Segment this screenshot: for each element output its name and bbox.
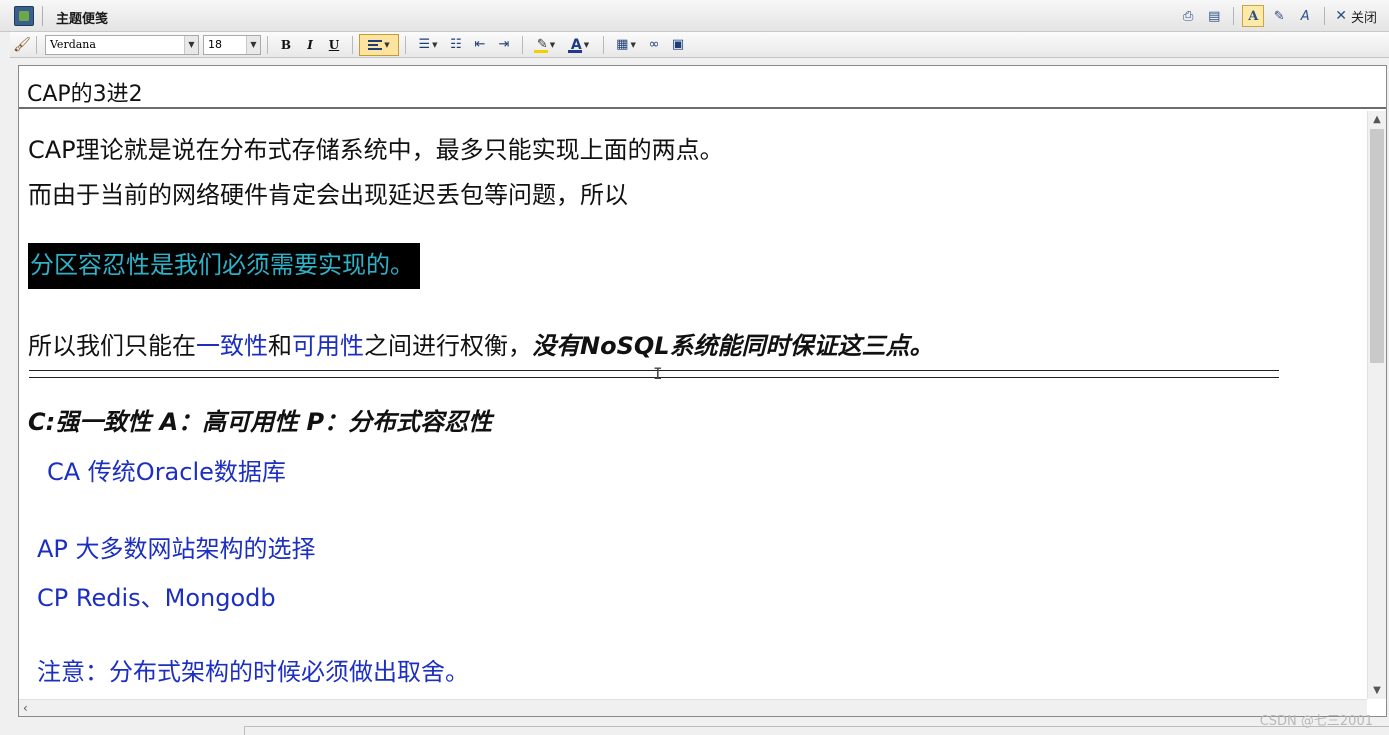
ap-line: AP 大多数网站架构的选择 bbox=[37, 535, 316, 563]
highlight-color-swatch bbox=[534, 49, 548, 53]
font-color-swatch bbox=[568, 49, 582, 53]
emphasis-text: 没有NoSQL系统能同时保证这三点。 bbox=[532, 332, 934, 360]
chevron-down-icon: ▼ bbox=[630, 40, 636, 49]
toolbar-separator bbox=[603, 35, 604, 54]
toolbar-separator bbox=[352, 35, 353, 54]
status-segment bbox=[244, 726, 1389, 735]
page-setup-icon[interactable]: ▤ bbox=[1203, 5, 1225, 27]
text-mode-icon[interactable]: A bbox=[1242, 5, 1265, 27]
bullet-list-icon: ☷ bbox=[450, 37, 462, 52]
cp-line: CP Redis、Mongodb bbox=[37, 584, 276, 612]
insert-link-button[interactable]: ∞ bbox=[642, 34, 666, 56]
bullet-list-button[interactable]: ☷ bbox=[444, 34, 468, 56]
availability-term: 可用性 bbox=[292, 332, 364, 360]
align-left-button[interactable]: ▼ bbox=[359, 33, 399, 56]
image-icon: ▣ bbox=[671, 37, 685, 52]
scrollbar-thumb[interactable] bbox=[1370, 129, 1384, 363]
highlighted-text: 分区容忍性是我们必须需要实现的。 bbox=[28, 243, 420, 289]
watermark: CSDN @七三2001 bbox=[1259, 714, 1373, 729]
font-size-select[interactable]: 18 ▼ bbox=[203, 34, 261, 55]
body-line: CAP理论就是说在分布式存储系统中，最多只能实现上面的两点。 bbox=[28, 136, 724, 164]
close-button[interactable]: ✕ 关闭 bbox=[1333, 7, 1379, 26]
note-line: 注意：分布式架构的时候必须做出取舍。 bbox=[37, 658, 469, 686]
format-mode-icon[interactable]: A bbox=[1294, 5, 1316, 27]
insert-image-button[interactable]: ▣ bbox=[666, 34, 690, 56]
indent-icon: ⇥ bbox=[498, 37, 510, 52]
scroll-left-icon[interactable]: ‹ bbox=[23, 701, 28, 715]
scroll-up-icon[interactable]: ▲ bbox=[1368, 111, 1386, 128]
toolbar-separator bbox=[405, 35, 406, 54]
highlight-color-button[interactable]: ✎ ▼ bbox=[529, 34, 563, 56]
outdent-button[interactable]: ⇤ bbox=[468, 34, 492, 56]
font-size-value: 18 bbox=[208, 38, 222, 51]
align-left-icon bbox=[368, 39, 383, 50]
font-family-value: Verdana bbox=[50, 38, 96, 51]
subject-text: CAP的3进2 bbox=[27, 82, 143, 107]
text-cursor-icon: I bbox=[653, 364, 663, 383]
close-label: 关闭 bbox=[1350, 10, 1377, 26]
toolbar-separator bbox=[522, 35, 523, 54]
close-separator bbox=[1324, 7, 1326, 25]
chevron-down-icon[interactable]: ▼ bbox=[246, 35, 260, 54]
body-line: 所以我们只能在一致性和可用性之间进行权衡，没有NoSQL系统能同时保证这三点。 bbox=[28, 326, 934, 361]
status-bar bbox=[0, 720, 1389, 735]
font-family-select[interactable]: Verdana ▼ bbox=[45, 34, 199, 55]
text-run: 之间进行权衡， bbox=[364, 332, 532, 360]
title-separator bbox=[42, 6, 43, 26]
text-run: 和 bbox=[268, 332, 292, 360]
numbered-list-button[interactable]: ☰ ▼ bbox=[412, 34, 444, 56]
bold-button[interactable]: B bbox=[274, 34, 298, 56]
title-bar: 主题便笺 ⎙ ▤ A ✎ A ✕ 关闭 bbox=[0, 0, 1389, 32]
consistency-term: 一致性 bbox=[196, 332, 268, 360]
chevron-down-icon: ▼ bbox=[549, 40, 556, 49]
link-icon: ∞ bbox=[648, 37, 660, 52]
print-icon[interactable]: ⎙ bbox=[1177, 5, 1199, 27]
highlighted-line: 分区容忍性是我们必须需要实现的。 bbox=[28, 243, 420, 289]
table-icon: ▦ bbox=[616, 37, 629, 52]
format-painter-icon[interactable]: 🖌 bbox=[10, 34, 34, 56]
toolbar-separator bbox=[36, 35, 37, 54]
chevron-down-icon: ▼ bbox=[583, 40, 590, 49]
subject-field[interactable]: CAP的3进2 bbox=[19, 66, 1386, 109]
chevron-down-icon: ▼ bbox=[384, 40, 390, 49]
scroll-down-icon[interactable]: ▼ bbox=[1368, 682, 1386, 699]
close-icon: ✕ bbox=[1335, 8, 1347, 24]
toolbar-separator bbox=[267, 35, 268, 54]
definitions-line: C:强一致性 A：高可用性 P：分布式容忍性 bbox=[28, 408, 493, 436]
note-app-icon[interactable] bbox=[14, 6, 34, 26]
note-editor: CAP的3进2 CAP理论就是说在分布式存储系统中，最多只能实现上面的两点。 而… bbox=[18, 65, 1387, 717]
body-line: 而由于当前的网络硬件肯定会出现延迟丢包等问题，所以 bbox=[28, 181, 628, 209]
outdent-icon: ⇤ bbox=[474, 37, 486, 52]
insert-table-button[interactable]: ▦ ▼ bbox=[610, 34, 642, 56]
indent-button[interactable]: ⇥ bbox=[492, 34, 516, 56]
text-run: 所以我们只能在 bbox=[28, 332, 196, 360]
ca-line: CA 传统Oracle数据库 bbox=[47, 458, 286, 486]
chevron-down-icon: ▼ bbox=[432, 40, 438, 49]
numbered-list-icon: ☰ bbox=[418, 37, 431, 52]
vertical-scrollbar[interactable]: ▲ ▼ bbox=[1367, 111, 1386, 699]
italic-button[interactable]: I bbox=[298, 34, 322, 56]
title-actions-separator bbox=[1233, 7, 1235, 25]
horizontal-scrollbar[interactable]: ‹ bbox=[19, 699, 1367, 716]
window-title: 主题便笺 bbox=[56, 12, 109, 27]
title-bar-actions: ⎙ ▤ A ✎ A ✕ 关闭 bbox=[1177, 4, 1379, 28]
formatting-toolbar: 🖌 Verdana ▼ 18 ▼ B I U ▼ ☰ ▼ ☷ ⇤ ⇥ ✎ ▼ A… bbox=[10, 32, 1389, 58]
font-color-button[interactable]: A ▼ bbox=[563, 34, 597, 56]
note-body[interactable]: CAP理论就是说在分布式存储系统中，最多只能实现上面的两点。 而由于当前的网络硬… bbox=[19, 111, 1367, 699]
chevron-down-icon[interactable]: ▼ bbox=[184, 35, 198, 54]
underline-button[interactable]: U bbox=[322, 34, 346, 56]
edit-mode-icon[interactable]: ✎ bbox=[1268, 5, 1290, 27]
